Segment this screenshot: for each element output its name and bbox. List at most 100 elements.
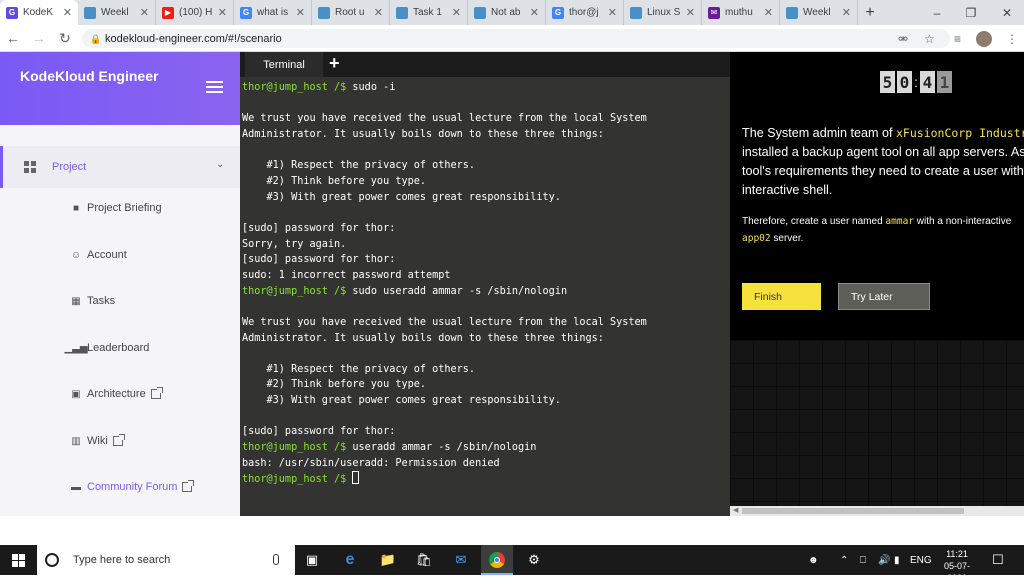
terminal-text: We trust you have received the usual lec… [242, 316, 647, 328]
favicon-icon: ▶ [162, 6, 174, 19]
reload-icon[interactable]: ↻ [52, 25, 78, 52]
battery-icon[interactable]: ▮ [894, 545, 900, 575]
close-tab-icon[interactable]: ✕ [764, 6, 773, 19]
task-highlight: xFusionCorp Industr [896, 126, 1024, 140]
tab-title: (100) H [179, 7, 213, 18]
app-icon[interactable]: ⚙ [524, 550, 544, 570]
close-tab-icon[interactable]: ✕ [140, 6, 149, 19]
store-icon[interactable]: 🛍 [414, 550, 434, 570]
key-icon[interactable]: ⚮ [898, 29, 908, 48]
chrome-icon[interactable] [487, 550, 507, 570]
tab-title: Task 1 [413, 7, 442, 18]
finish-button[interactable]: Finish [742, 283, 821, 310]
task-text: with a non-interactive [914, 216, 1012, 227]
back-icon[interactable]: ← [0, 25, 26, 52]
add-terminal-button[interactable]: + [329, 53, 340, 74]
volume-icon[interactable]: 🔊 [878, 545, 890, 575]
mail-icon[interactable]: ✉ [451, 550, 471, 570]
file-explorer-icon[interactable]: 📁 [378, 550, 398, 570]
browser-tab[interactable]: Linux S ✕ [624, 0, 702, 25]
try-later-button[interactable]: Try Later [838, 283, 930, 310]
menu-dots-icon[interactable]: ⋮ [1006, 29, 1018, 48]
close-tab-icon[interactable]: ✕ [63, 6, 72, 19]
sidebar-item-tasks[interactable]: ▦ Tasks [70, 295, 115, 307]
star-icon[interactable]: ☆ [924, 29, 935, 48]
forward-icon[interactable]: → [26, 25, 52, 52]
taskbar-search[interactable]: Type here to search [37, 545, 295, 575]
terminal-line: thor@jump_host /$ useradd ammar -s /sbin… [242, 440, 728, 456]
dashboard-icon: ▣ [71, 388, 81, 400]
windows-start-icon[interactable] [12, 554, 25, 567]
task-text: Therefore, create a user named [742, 216, 886, 227]
clock[interactable]: 11:21 05-07-2020 [935, 548, 979, 584]
address-bar: ← → ↻ 🔒 kodekloud-engineer.com/#!/scenar… [0, 25, 1024, 52]
taskbar: Type here to search ▣ e 📁 🛍 ✉ ⚙ ☻ ⌃ ⎕ 🔊 … [0, 545, 1024, 583]
media-icon[interactable]: ≡ [954, 29, 961, 48]
browser-tab[interactable]: G KodeK ✕ [0, 0, 78, 25]
close-window-icon[interactable]: ✕ [990, 0, 1024, 25]
notification-icon[interactable]: ☐ [992, 545, 1004, 575]
sidebar-item-community-forum[interactable]: ▬ Community Forum [70, 480, 195, 493]
chevron-down-icon: ⌄ [216, 159, 225, 170]
network-icon[interactable]: ⎕ [860, 545, 866, 575]
url-field[interactable]: 🔒 kodekloud-engineer.com/#!/scenario [82, 29, 950, 48]
terminal-line: [sudo] password for thor: [242, 424, 728, 440]
maximize-icon[interactable]: ❐ [954, 0, 988, 25]
close-tab-icon[interactable]: ✕ [374, 6, 383, 19]
close-tab-icon[interactable]: ✕ [686, 6, 695, 19]
chevron-up-icon[interactable]: ⌃ [840, 545, 848, 575]
horizontal-scrollbar[interactable]: ◀ [730, 506, 1024, 516]
scrollbar-thumb[interactable] [742, 508, 964, 514]
sidebar-item-project-briefing[interactable]: ■ Project Briefing [70, 202, 162, 214]
terminal-output[interactable]: thor@jump_host /$ sudo -i We trust you h… [240, 77, 730, 516]
tab-terminal[interactable]: Terminal [245, 52, 323, 77]
edge-icon[interactable]: e [340, 550, 360, 570]
sidebar-item-label: Project Briefing [87, 202, 162, 214]
lock-icon: 🔒 [90, 34, 102, 44]
browser-tab[interactable]: ▶ (100) H ✕ [156, 0, 234, 25]
people-icon[interactable]: ☻ [808, 545, 819, 575]
browser-tab[interactable]: Task 1 ✕ [390, 0, 468, 25]
terminal-text: #3) With great power comes great respons… [242, 395, 561, 407]
terminal-text: bash: /usr/sbin/useradd: Permission deni… [242, 457, 500, 469]
task-view-icon[interactable]: ▣ [302, 550, 322, 570]
favicon-icon [474, 6, 486, 19]
tab-title: muthu [725, 7, 753, 18]
language-indicator[interactable]: ENG [910, 545, 932, 575]
sidebar-item-project[interactable]: Project ⌄ [0, 146, 240, 188]
close-tab-icon[interactable]: ✕ [452, 6, 461, 19]
hamburger-icon[interactable] [206, 81, 223, 94]
sidebar-item-leaderboard[interactable]: ▁▃▅ Leaderboard [64, 342, 149, 354]
browser-tab[interactable]: ✉ muthu ✕ [702, 0, 780, 25]
shell-prompt: thor@jump_host /$ [242, 82, 347, 93]
microphone-icon[interactable] [273, 554, 279, 565]
search-placeholder: Type here to search [73, 554, 171, 566]
browser-tab[interactable]: Gwhat is ✕ [234, 0, 312, 25]
browser-tab[interactable]: Not ab ✕ [468, 0, 546, 25]
browser-tab[interactable]: Weekl ✕ [78, 0, 156, 25]
browser-tab[interactable]: Weekl ✕ [780, 0, 858, 25]
countdown-timer: 5 0 : 4 1 [880, 71, 952, 93]
new-tab-button[interactable]: + [858, 0, 882, 25]
browser-tab[interactable]: Gthor@j ✕ [546, 0, 624, 25]
cortana-icon [45, 553, 59, 567]
close-tab-icon[interactable]: ✕ [530, 6, 539, 19]
minimize-icon[interactable]: – [920, 0, 954, 25]
close-tab-icon[interactable]: ✕ [218, 6, 227, 19]
close-tab-icon[interactable]: ✕ [608, 6, 617, 19]
sidebar-item-account[interactable]: ☺ Account [70, 249, 127, 261]
terminal-text: useradd ammar -s /sbin/nologin [346, 442, 537, 454]
sidebar-item-wiki[interactable]: ▥ Wiki [70, 434, 125, 447]
browser-tab[interactable]: Root u ✕ [312, 0, 390, 25]
terminal-line: We trust you have received the usual lec… [242, 111, 728, 127]
scroll-left-icon[interactable]: ◀ [733, 506, 738, 514]
tab-title: Not ab [491, 7, 521, 18]
task-text: The System admin team of [742, 126, 896, 140]
avatar[interactable] [976, 29, 992, 48]
task-panel: 5 0 : 4 1 The System admin team of xFusi… [730, 52, 1024, 516]
terminal-line: thor@jump_host /$ sudo -i [242, 80, 728, 96]
sidebar-item-architecture[interactable]: ▣ Architecture [70, 387, 163, 400]
close-tab-icon[interactable]: ✕ [296, 6, 305, 19]
close-tab-icon[interactable]: ✕ [842, 6, 851, 19]
terminal-line: #3) With great power comes great respons… [242, 393, 728, 409]
